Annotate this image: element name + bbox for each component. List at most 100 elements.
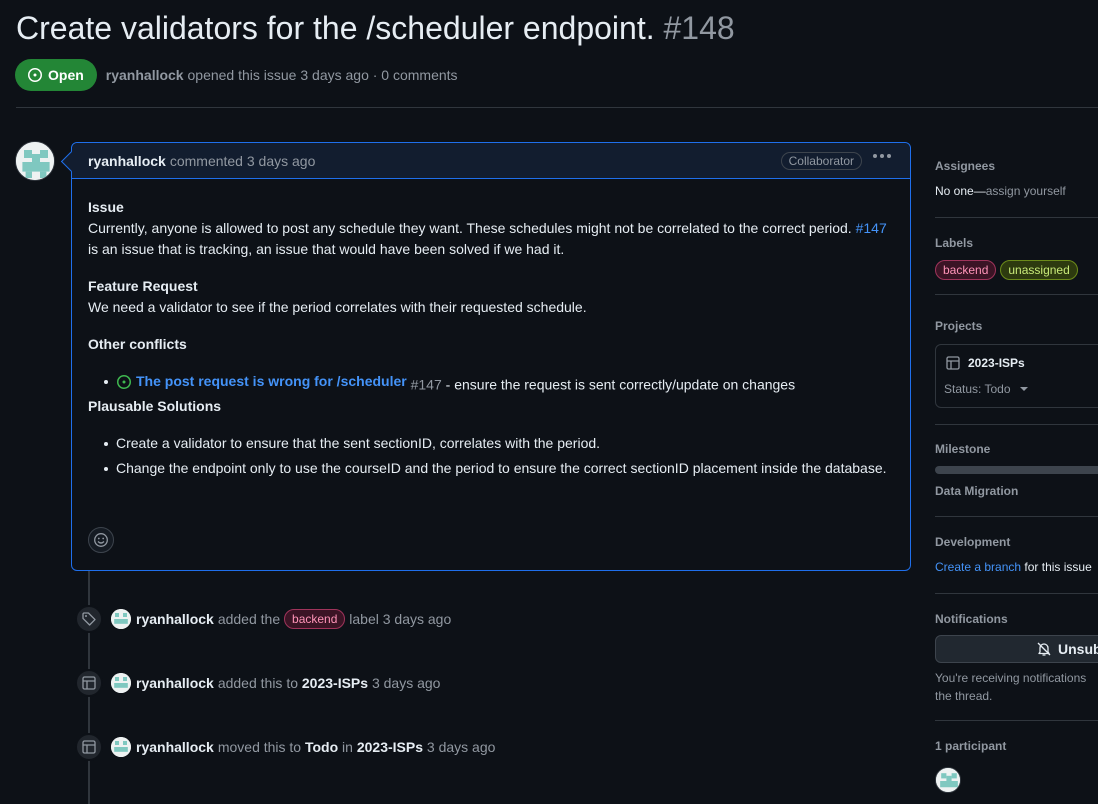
smiley-icon: [94, 533, 108, 547]
assignees-value: No one—: [935, 184, 986, 198]
sidebar-divider: [935, 424, 1098, 425]
project-card[interactable]: 2023-ISPs Status: Todo: [935, 344, 1098, 408]
participants-title: 1 participant: [935, 739, 1007, 753]
milestone-progress-bar: [935, 466, 1098, 474]
projects-section: Projects: [935, 319, 1098, 333]
avatar[interactable]: [111, 609, 131, 629]
development-section: Development Create a branch for this iss…: [935, 535, 1098, 574]
event-author[interactable]: ryanhallock: [136, 739, 214, 755]
solutions-list: Create a validator to ensure that the se…: [88, 433, 894, 479]
table-icon: [75, 733, 103, 761]
bell-slash-icon: [1037, 642, 1051, 656]
event-text: moved this to: [217, 739, 302, 755]
comment-timestamp[interactable]: commented 3 days ago: [170, 153, 316, 169]
issue-open-icon: [117, 374, 131, 389]
status-value: Todo: [304, 739, 339, 755]
tag-icon: [75, 605, 103, 633]
milestone-name[interactable]: Data Migration: [935, 484, 1098, 498]
event-author[interactable]: ryanhallock: [136, 675, 214, 691]
table-icon: [946, 356, 960, 370]
label-backend[interactable]: backend: [935, 260, 997, 280]
unsubscribe-button[interactable]: Unsubs: [935, 635, 1098, 663]
solutions-heading: Plausable Solutions: [88, 397, 222, 414]
create-branch-link[interactable]: Create a branch: [935, 560, 1021, 574]
notifications-text-line: You're receiving notifications: [935, 671, 1087, 685]
add-reaction-button[interactable]: [88, 527, 114, 553]
caret-down-icon: [1019, 387, 1028, 391]
assignees-section: Assignees No one—assign yourself: [935, 159, 1098, 198]
comment-author[interactable]: ryanhallock: [88, 153, 166, 169]
labels-title[interactable]: Labels: [935, 236, 1098, 250]
project-name[interactable]: 2023-ISPs: [968, 356, 1025, 370]
project-status-select[interactable]: Status: Todo: [944, 382, 1029, 396]
unsubscribe-label: Unsubs: [1058, 641, 1098, 657]
event-text: label 3 days ago: [349, 611, 452, 627]
issue-title: Create validators for the /scheduler end…: [16, 10, 735, 47]
comment-header: ryanhallock commented 3 days ago Collabo…: [72, 143, 910, 179]
labels-section: Labels backend unassigned: [935, 236, 1098, 280]
sidebar-divider: [935, 593, 1098, 594]
event-text: 3 days ago: [371, 675, 441, 691]
conflicts-heading: Other conflicts: [88, 336, 187, 352]
sidebar-divider: [935, 720, 1098, 721]
issue-paragraph: Currently, anyone is allowed to post any…: [88, 220, 887, 257]
project-status: Status: Todo: [944, 382, 1011, 396]
conflict-description: - ensure the request is sent correctly/u…: [445, 376, 796, 393]
issue-number: #148: [663, 10, 735, 46]
issue-ref-link[interactable]: #147: [856, 220, 887, 236]
assign-yourself-link[interactable]: assign yourself: [986, 184, 1066, 198]
identicon-icon: [16, 142, 54, 180]
development-title[interactable]: Development: [935, 535, 1098, 549]
list-item: Change the endpoint only to use the cour…: [88, 458, 894, 479]
notifications-title: Notifications: [935, 612, 1008, 626]
feature-heading: Feature Request: [88, 278, 198, 294]
notifications-text: You're receiving notifications the threa…: [935, 669, 1098, 705]
notifications-section: Notifications: [935, 612, 1098, 626]
issue-author-link[interactable]: ryanhallock: [106, 67, 184, 83]
project-link[interactable]: 2023-ISPs: [357, 739, 423, 755]
event-text: 3 days ago: [426, 739, 496, 755]
issue-open-icon: [28, 68, 42, 82]
avatar[interactable]: [111, 737, 131, 757]
more-options-icon[interactable]: [873, 154, 891, 158]
event-author[interactable]: ryanhallock: [136, 611, 214, 627]
avatar[interactable]: [15, 141, 55, 181]
notifications-text-line: the thread.: [935, 689, 993, 703]
status-badge: Open: [15, 59, 97, 91]
header-divider: [16, 107, 1098, 108]
table-icon: [75, 669, 103, 697]
project-link[interactable]: 2023-ISPs: [302, 675, 368, 691]
list-item: The post request is wrong for /scheduler…: [88, 371, 894, 396]
projects-title[interactable]: Projects: [935, 319, 1098, 333]
identicon-icon: [936, 768, 960, 792]
development-text: for this issue: [1024, 560, 1092, 574]
list-item: Create a validator to ensure that the se…: [88, 433, 894, 454]
milestone-section: Milestone: [935, 442, 1098, 456]
timeline-event-label: ryanhallock added the backend label 3 da…: [75, 605, 451, 633]
event-text: in: [342, 739, 353, 755]
sidebar-divider: [935, 516, 1098, 517]
collaborator-badge: Collaborator: [780, 152, 862, 170]
avatar[interactable]: [111, 673, 131, 693]
issue-meta-text: ryanhallock opened this issue 3 days ago…: [106, 67, 458, 83]
timeline-event-project: ryanhallock added this to 2023-ISPs 3 da…: [75, 669, 440, 697]
sidebar-divider: [935, 294, 1098, 295]
milestone-title[interactable]: Milestone: [935, 442, 1098, 456]
conflict-issue-number: #147: [410, 376, 442, 393]
conflict-issue-link[interactable]: The post request is wrong for /scheduler: [136, 371, 407, 392]
event-text: added this to: [217, 675, 298, 691]
assignees-title[interactable]: Assignees: [935, 159, 1098, 173]
label-unassigned[interactable]: unassigned: [1000, 260, 1078, 280]
label-backend[interactable]: backend: [284, 609, 346, 629]
issue-meta-detail: opened this issue 3 days ago · 0 comment…: [187, 67, 458, 83]
conflicts-list: The post request is wrong for /scheduler…: [88, 371, 894, 396]
comment-body: Issue Currently, anyone is allowed to po…: [72, 179, 910, 479]
sidebar-divider: [935, 217, 1098, 218]
feature-paragraph: We need a validator to see if the period…: [88, 299, 587, 315]
timeline-event-moved: ryanhallock moved this to Todo in 2023-I…: [75, 733, 495, 761]
participants-section: 1 participant: [935, 739, 1098, 753]
event-text: added the: [217, 611, 281, 627]
avatar[interactable]: [935, 767, 961, 793]
status-label: Open: [48, 67, 84, 83]
issue-meta: Open ryanhallock opened this issue 3 day…: [15, 59, 458, 91]
